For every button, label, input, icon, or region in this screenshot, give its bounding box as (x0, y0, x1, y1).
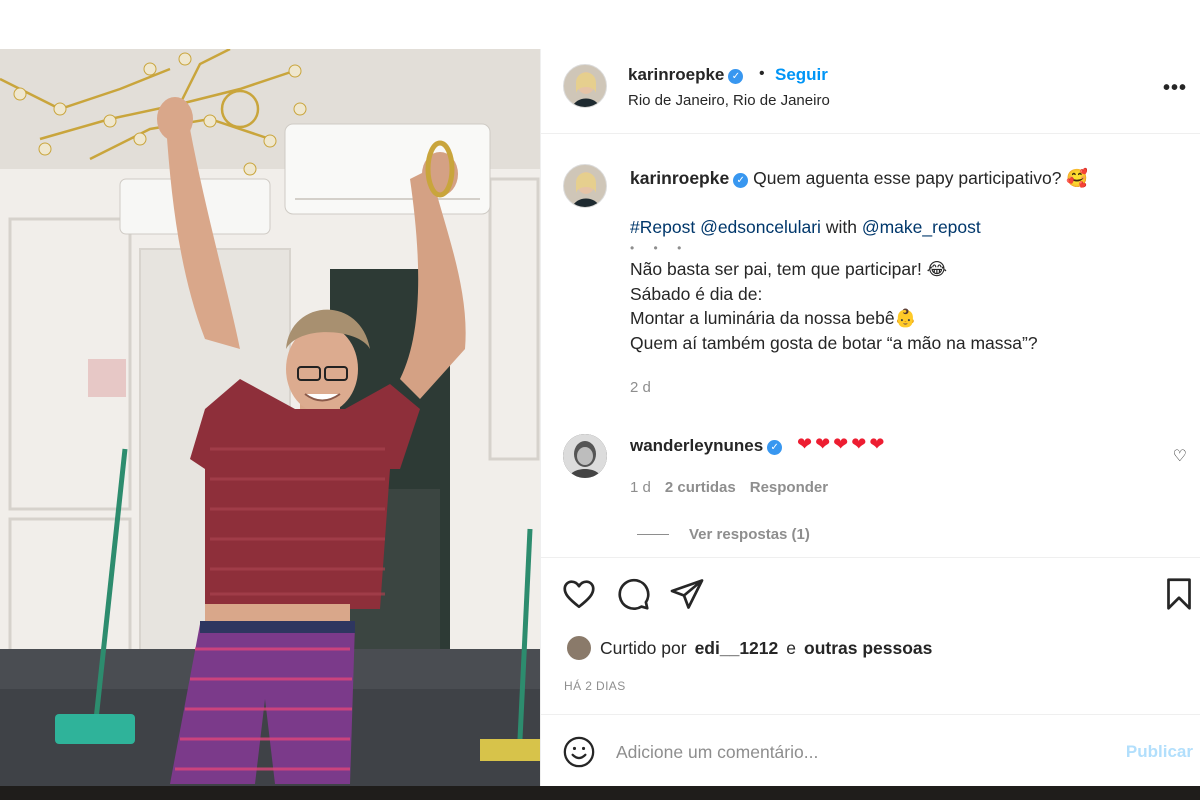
caption-line: Quem aí também gosta de botar “a mão na … (630, 332, 1038, 353)
liked-by-and: e (786, 637, 796, 658)
reply-button[interactable]: Responder (750, 479, 828, 496)
like-heart-icon[interactable] (561, 576, 597, 612)
comment-time[interactable]: 1 d (630, 479, 651, 496)
view-replies-button[interactable]: Ver respostas (1) (637, 526, 810, 543)
caption-username[interactable]: karinroepke (630, 168, 729, 188)
comment-bubble-icon[interactable] (615, 576, 651, 612)
caption-line: Sábado é dia de: (630, 283, 763, 304)
bottom-dark-strip (0, 786, 1200, 800)
verified-badge-icon: ✓ (733, 173, 749, 188)
caption-avatar[interactable] (563, 164, 607, 208)
verified-badge-icon: ✓ (728, 69, 744, 84)
comment-likes-count[interactable]: 2 curtidas (665, 479, 736, 496)
repost-with-text: with (825, 216, 857, 237)
liked-by-prefix: Curtido por (600, 637, 687, 658)
header-username[interactable]: karinroepke ✓ (628, 65, 744, 85)
comment-input[interactable] (616, 739, 1066, 765)
repost-user-mention[interactable]: @edsoncelulari (700, 217, 821, 237)
liker-avatar[interactable] (566, 635, 592, 661)
add-comment-bar: Publicar (541, 714, 1200, 786)
repost-app-mention[interactable]: @make_repost (862, 217, 981, 237)
post-header: karinroepke ✓ • Seguir Rio de Janeiro, Ri… (541, 49, 1200, 134)
caption-line: Não basta ser pai, tem que participar! 😂 (630, 259, 948, 279)
location-link[interactable]: Rio de Janeiro, Rio de Janeiro (628, 92, 830, 109)
caption-timestamp[interactable]: 2 d (630, 379, 651, 396)
caption-line: Montar a luminária da nossa bebê👶 (630, 308, 917, 328)
commenter-username[interactable]: wanderleynunes ✓ (630, 436, 783, 456)
caption-first-line: Quem aguenta esse papy participativo? 🥰 (753, 168, 1089, 188)
save-bookmark-icon[interactable] (1161, 576, 1197, 612)
repost-hashtag[interactable]: #Repost (630, 217, 695, 237)
replies-divider (637, 534, 669, 535)
header-avatar[interactable] (563, 64, 607, 108)
publish-button[interactable]: Publicar (1126, 742, 1193, 762)
caption-text: karinroepke ✓ Quem aguenta esse papy part… (630, 166, 1170, 355)
comment-like-heart-icon[interactable]: ♡ (1173, 446, 1187, 466)
post-photo-illustration (0, 49, 540, 786)
emoji-smiley-icon[interactable] (562, 735, 596, 769)
comment-text-hearts: ❤❤❤❤❤ (797, 434, 888, 454)
header-separator: • (759, 65, 765, 82)
verified-badge-icon: ✓ (767, 440, 783, 455)
view-replies-label: Ver respostas (1) (689, 526, 810, 543)
liked-by-others[interactable]: outras pessoas (804, 638, 932, 659)
liked-by: Curtido por edi__1212 e outras pessoas (566, 635, 932, 661)
post-photo[interactable]: edsoncelulari (0, 49, 540, 786)
follow-button[interactable]: Seguir (775, 65, 828, 85)
more-options-icon[interactable]: ••• (1163, 77, 1187, 100)
comment-meta: 1 d 2 curtidas Responder (630, 479, 828, 496)
post-side-panel: karinroepke ✓ • Seguir Rio de Janeiro, Ri… (540, 49, 1200, 786)
caption-dots: • • • (630, 241, 690, 255)
commenter-avatar[interactable] (563, 434, 607, 478)
share-paper-plane-icon[interactable] (669, 576, 705, 612)
post-date[interactable]: HÁ 2 DIAS (564, 679, 626, 693)
liked-by-user[interactable]: edi__1212 (695, 638, 779, 659)
